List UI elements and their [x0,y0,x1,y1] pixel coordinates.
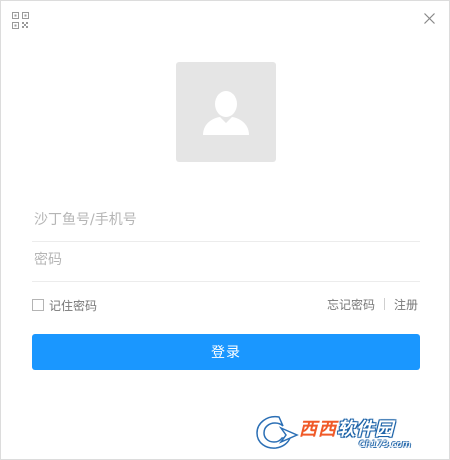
password-input[interactable] [32,241,422,279]
account-links: 忘记密码 注册 [327,296,418,312]
remember-password[interactable]: 记住密码 [32,297,97,313]
password-field [32,241,422,282]
user-icon [203,91,249,135]
login-window: 记住密码 忘记密码 注册 登录 西西软件园 CR173.com [0,0,450,460]
watermark-text: 西西软件园 CR173.com [299,415,411,450]
watermark-title: 西西软件园 [299,418,394,440]
close-icon [423,12,435,24]
remember-checkbox[interactable] [32,299,44,311]
watermark: 西西软件园 CR173.com [253,409,438,455]
link-divider [383,298,385,310]
username-input[interactable] [32,201,422,239]
close-button[interactable] [420,9,438,27]
watermark-logo [253,411,299,453]
remember-label: 记住密码 [49,298,98,313]
qr-code-icon[interactable] [12,12,29,29]
login-button[interactable]: 登录 [32,334,420,370]
forgot-password-link[interactable]: 忘记密码 [327,296,375,313]
watermark-url: CR173.com [359,439,411,450]
avatar [176,62,276,162]
register-link[interactable]: 注册 [394,296,418,313]
username-field [32,201,422,242]
